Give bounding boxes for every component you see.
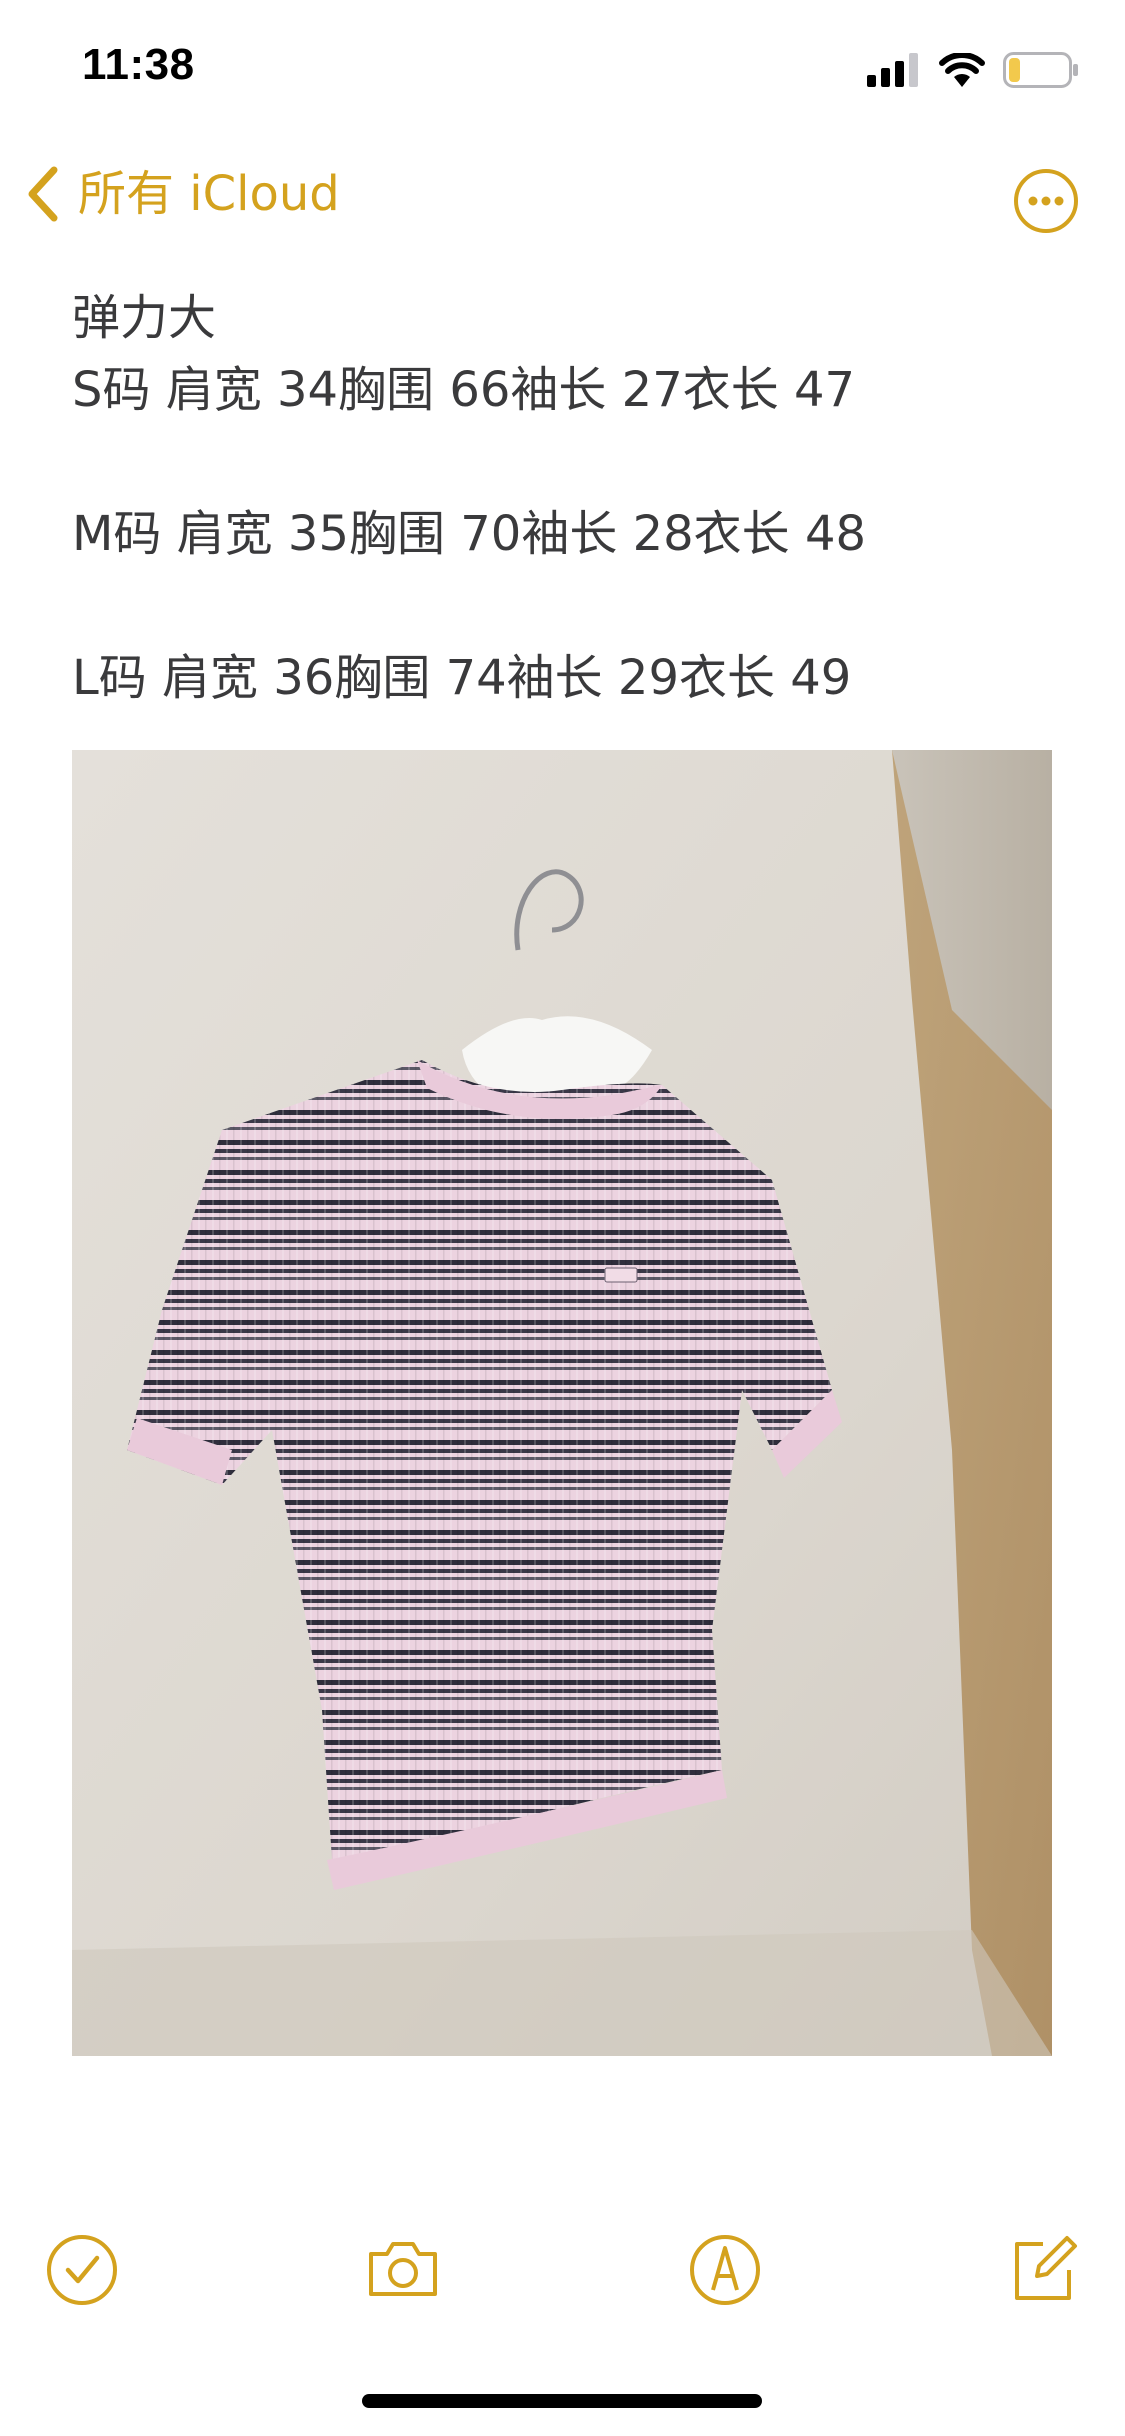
wifi-icon <box>939 53 985 87</box>
markup-button[interactable] <box>685 2230 765 2310</box>
note-body[interactable]: 弹力大 S码 肩宽 34胸围 66袖长 27衣长 47 M码 肩宽 35胸围 7… <box>72 282 1062 714</box>
note-line-blank <box>72 570 1062 642</box>
camera-button[interactable] <box>363 2230 443 2310</box>
back-button[interactable]: 所有 iCloud <box>22 164 340 224</box>
status-bar: 11:38 <box>0 0 1125 140</box>
more-options-button[interactable] <box>1013 168 1079 234</box>
compose-button[interactable] <box>1003 2230 1083 2310</box>
ellipsis-circle-icon <box>1014 169 1078 233</box>
back-label: 所有 iCloud <box>78 166 340 222</box>
note-line-blank <box>72 426 1062 498</box>
chevron-left-icon <box>28 166 58 222</box>
nav-bar: 所有 iCloud <box>0 150 1125 250</box>
note-line-size-l: L码 肩宽 36胸围 74袖长 29衣长 49 <box>72 650 852 706</box>
note-line-size-s: S码 肩宽 34胸围 66袖长 27衣长 47 <box>72 362 856 418</box>
note-attachment-photo[interactable] <box>72 750 1052 2056</box>
checklist-button[interactable] <box>42 2230 122 2310</box>
striped-knit-top-photo <box>72 750 1052 2056</box>
home-indicator[interactable] <box>362 2394 762 2408</box>
battery-level-fill <box>1009 58 1020 82</box>
bottom-toolbar <box>0 2220 1125 2320</box>
note-line-title: 弹力大 <box>72 290 217 346</box>
status-icons <box>867 50 1079 90</box>
note-line-size-m: M码 肩宽 35胸围 70袖长 28衣长 48 <box>72 506 867 562</box>
status-time: 11:38 <box>82 40 195 89</box>
checklist-icon <box>47 2235 117 2305</box>
camera-icon <box>369 2242 437 2296</box>
cellular-signal-icon <box>867 53 918 87</box>
compose-icon <box>1015 2236 1077 2300</box>
markup-pen-icon <box>690 2235 760 2305</box>
battery-icon <box>1003 52 1078 88</box>
